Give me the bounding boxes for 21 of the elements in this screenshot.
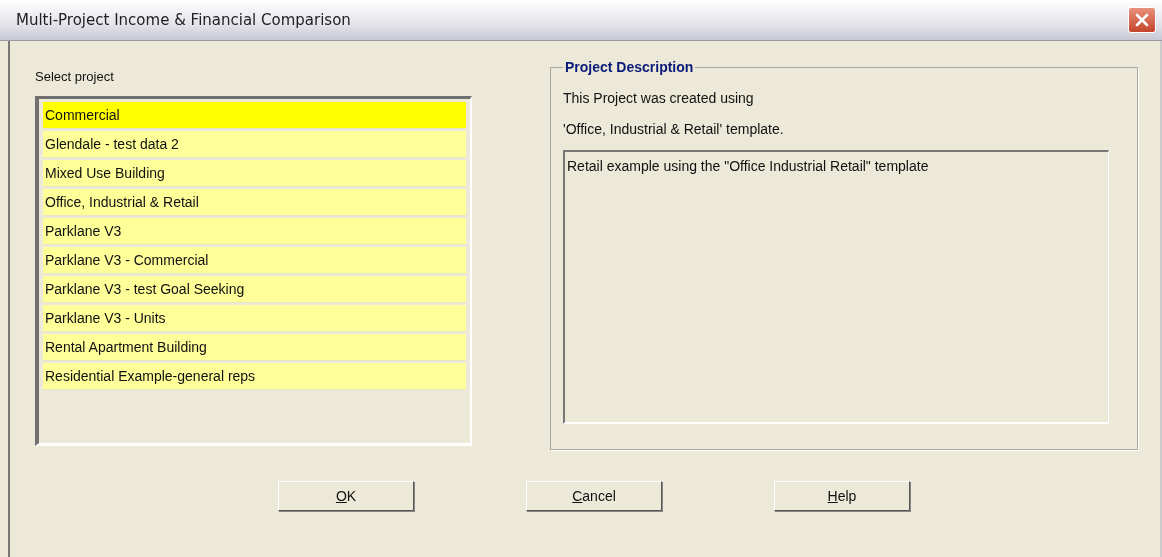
list-item[interactable]: Rental Apartment Building — [43, 334, 466, 361]
description-text-area[interactable]: Retail example using the "Office Industrial Retail" template — [563, 150, 1109, 424]
list-item[interactable]: Parklane V3 - Commercial — [43, 247, 466, 274]
list-item[interactable]: Office, Industrial & Retail — [43, 189, 466, 216]
close-icon — [1134, 12, 1150, 28]
dialog-button[interactable]: OK — [278, 481, 414, 511]
list-item[interactable]: Glendale - test data 2 — [43, 131, 466, 158]
window-title: Multi-Project Income & Financial Comparison — [16, 11, 351, 29]
list-item[interactable]: Parklane V3 - test Goal Seeking — [43, 276, 466, 303]
list-item[interactable]: Mixed Use Building — [43, 160, 466, 187]
list-item[interactable]: Parklane V3 — [43, 218, 466, 245]
list-item[interactable]: Residential Example-general reps — [43, 363, 466, 390]
dialog-button[interactable]: Cancel — [526, 481, 662, 511]
list-item[interactable]: Parklane V3 - Units — [43, 305, 466, 332]
dialog-button[interactable]: Help — [774, 481, 910, 511]
description-line: 'Office, Industrial & Retail' template. — [563, 119, 785, 139]
description-line: This Project was created using — [563, 88, 755, 108]
list-item[interactable]: Commercial — [43, 102, 466, 129]
list-label: Select project — [35, 69, 115, 84]
close-button[interactable] — [1128, 7, 1156, 33]
group-title: Project Description — [563, 59, 696, 75]
